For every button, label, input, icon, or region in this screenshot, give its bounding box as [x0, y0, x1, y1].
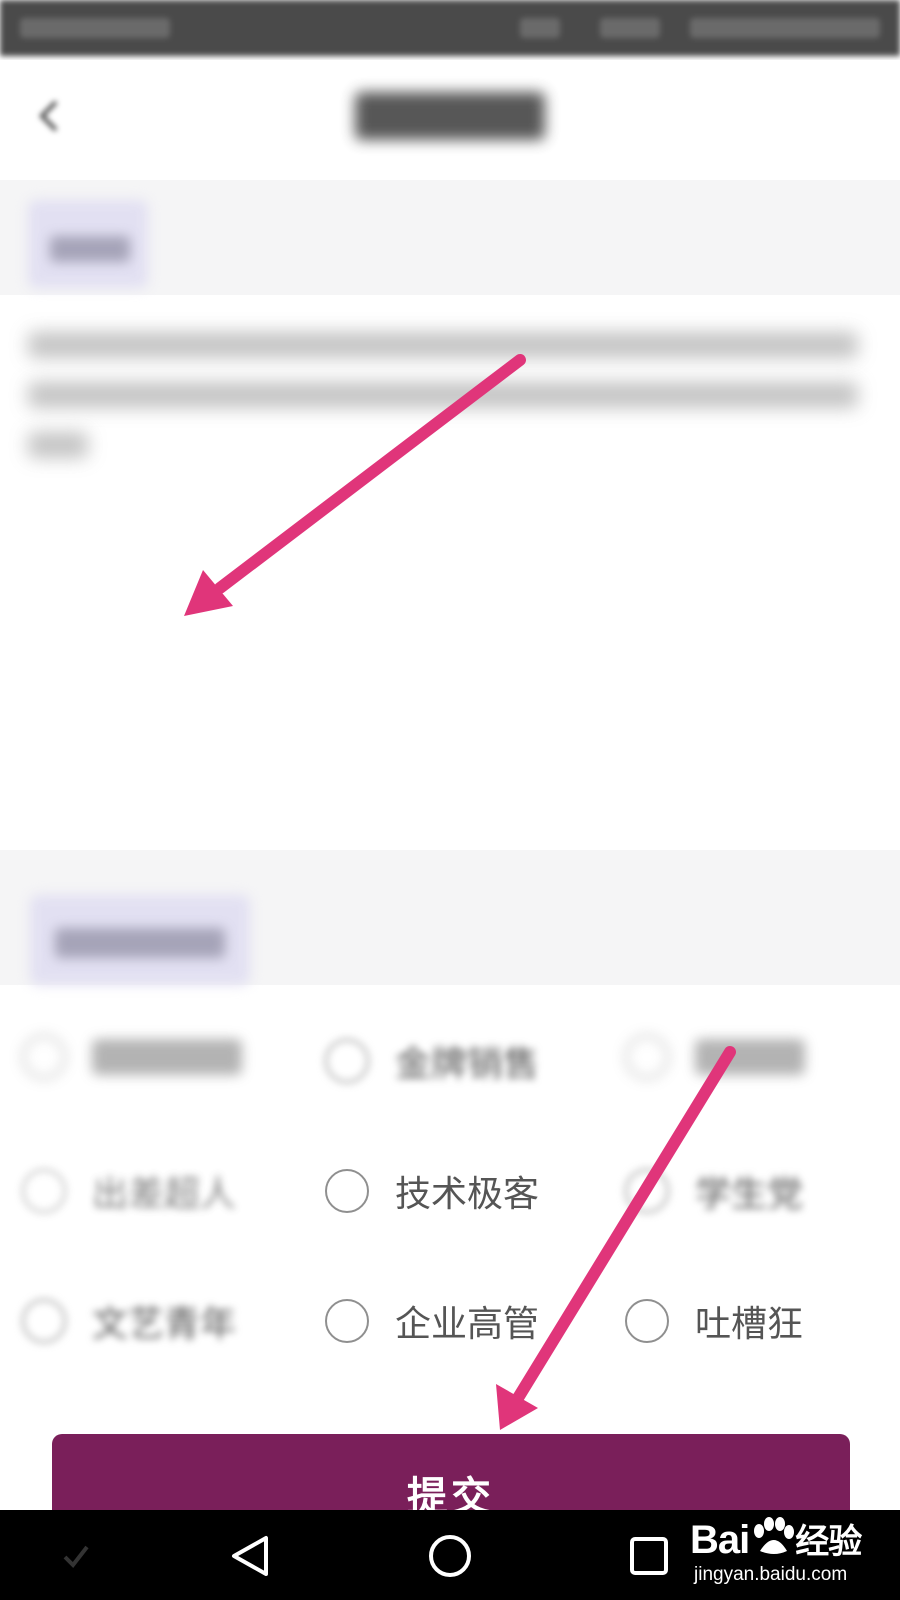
baidu-jingyan-watermark: Bai 经验 jingyan.baidu.com	[690, 1512, 890, 1596]
option-gold-sales[interactable]: 金牌销售	[325, 1035, 539, 1087]
watermark-brand: Bai 经验	[690, 1517, 862, 1562]
feedback-textarea[interactable]	[0, 480, 900, 840]
option-executive[interactable]: 企业高管	[325, 1295, 539, 1347]
personal-tag-text	[55, 928, 225, 958]
option-label: 企业高管	[395, 1304, 540, 1345]
radio-button[interactable]	[22, 1299, 66, 1343]
feedback-tag-text	[50, 236, 130, 262]
option-label: 出差超人	[92, 1174, 237, 1215]
radio-button[interactable]	[625, 1035, 669, 1079]
option-label: 金牌销售	[395, 1044, 540, 1085]
check-icon	[63, 1545, 89, 1569]
option-label: 吐槽狂	[695, 1304, 804, 1345]
radio-button[interactable]	[325, 1169, 369, 1213]
option-literary-youth[interactable]: 文艺青年	[22, 1295, 236, 1347]
radio-button[interactable]	[22, 1169, 66, 1213]
option-ranter[interactable]: 吐槽狂	[625, 1295, 810, 1347]
watermark-url: jingyan.baidu.com	[694, 1564, 848, 1585]
radio-button[interactable]	[325, 1039, 369, 1083]
option-blurred[interactable]	[625, 1035, 805, 1079]
option-student[interactable]: 学生党	[625, 1165, 810, 1217]
option-label: 技术极客	[395, 1174, 540, 1215]
circle-home-icon[interactable]	[427, 1533, 473, 1579]
option-blurred[interactable]	[22, 1035, 242, 1079]
radio-button[interactable]	[625, 1169, 669, 1213]
page-title	[355, 92, 545, 140]
status-bar	[0, 0, 900, 56]
radio-button[interactable]	[625, 1299, 669, 1343]
radio-button[interactable]	[325, 1299, 369, 1343]
submit-button[interactable]: 提交	[52, 1434, 850, 1514]
option-label: 学生党	[695, 1174, 804, 1215]
option-business-traveler[interactable]: 出差超人	[22, 1165, 236, 1217]
radio-button[interactable]	[22, 1035, 66, 1079]
triangle-back-icon[interactable]	[228, 1532, 272, 1580]
chevron-left-icon[interactable]	[30, 96, 70, 136]
option-tech-geek[interactable]: 技术极客	[325, 1165, 539, 1217]
option-label: 文艺青年	[92, 1304, 237, 1345]
paw-icon	[754, 1517, 795, 1554]
square-recents-icon[interactable]	[628, 1535, 670, 1577]
arrow-annotation-icon	[496, 1046, 736, 1430]
